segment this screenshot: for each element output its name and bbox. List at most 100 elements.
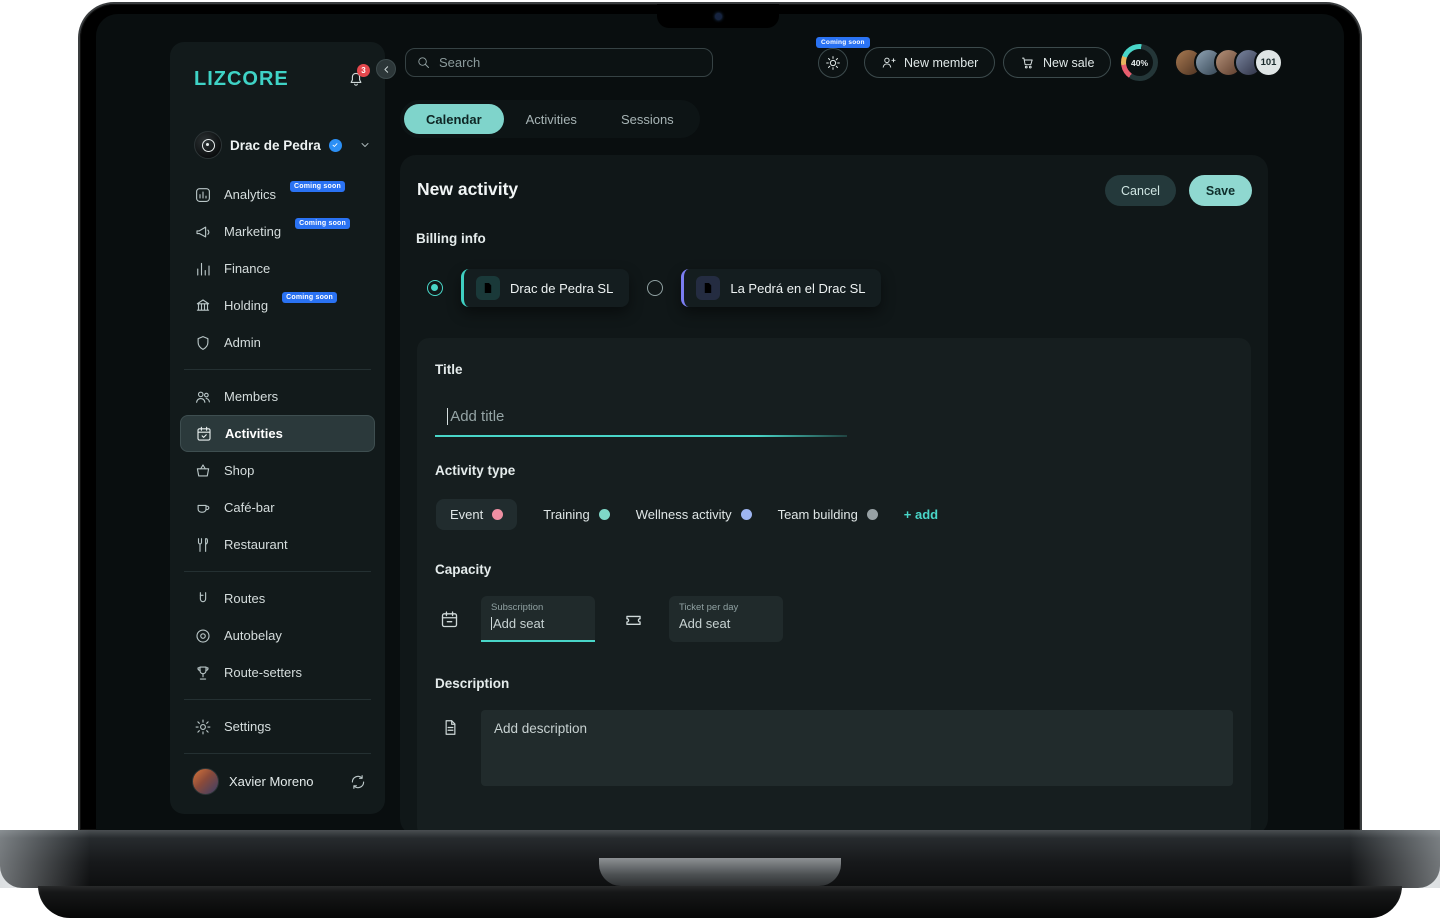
new-sale-button[interactable]: New sale xyxy=(1003,47,1111,78)
app-logo: LIZCORE xyxy=(194,68,289,91)
sidebar-item-route-setters[interactable]: Route-setters xyxy=(180,654,375,691)
tab-activities[interactable]: Activities xyxy=(504,104,599,134)
divider xyxy=(184,699,371,700)
user-avatar xyxy=(192,768,219,795)
sidebar-item-cafe-bar[interactable]: Café-bar xyxy=(180,489,375,526)
cart-icon xyxy=(1020,55,1035,70)
coming-soon-badge: Coming soon xyxy=(295,218,350,229)
bar-chart-icon xyxy=(194,260,212,278)
shield-icon xyxy=(194,334,212,352)
billing-option-primary[interactable]: Drac de Pedra SL xyxy=(461,269,629,307)
new-member-button[interactable]: New member xyxy=(864,47,995,78)
divider xyxy=(184,571,371,572)
sidebar-item-activities[interactable]: Activities xyxy=(180,415,375,452)
divider xyxy=(184,369,371,370)
tab-calendar[interactable]: Calendar xyxy=(404,104,504,134)
search-input[interactable] xyxy=(439,55,702,70)
laptop-front-edge xyxy=(38,886,1402,918)
invoice-icon xyxy=(696,276,720,300)
laptop-mockup: LIZCORE 3 Drac de Pedra Analytics Coming… xyxy=(0,0,1440,922)
invoice-icon xyxy=(476,276,500,300)
ticket-per-day-seats-input[interactable]: Ticket per day Add seat xyxy=(669,596,783,642)
sidebar-item-finance[interactable]: Finance xyxy=(180,250,375,287)
autobelay-device-icon xyxy=(194,627,212,645)
sidebar-item-routes[interactable]: Routes xyxy=(180,580,375,617)
trophy-icon xyxy=(194,664,212,682)
title-input[interactable]: Add title xyxy=(435,398,847,434)
add-activity-type-button[interactable]: + add xyxy=(904,507,938,522)
sidebar-item-settings[interactable]: Settings xyxy=(180,708,375,745)
description-input[interactable]: Add description xyxy=(481,710,1233,786)
laptop-lid-notch xyxy=(599,858,841,886)
theme-toggle-button[interactable] xyxy=(818,48,848,78)
person-plus-icon xyxy=(881,55,896,70)
sidebar-item-marketing[interactable]: Marketing Coming soon xyxy=(180,213,375,250)
activity-type-wellness[interactable]: Wellness activity xyxy=(636,507,752,522)
sidebar: LIZCORE 3 Drac de Pedra Analytics Coming… xyxy=(170,42,385,814)
camera-notch xyxy=(657,4,779,28)
checked-in-members[interactable]: 101 xyxy=(1174,48,1283,77)
gym-name: Drac de Pedra xyxy=(230,138,321,153)
sidebar-item-shop[interactable]: Shop xyxy=(180,452,375,489)
cutlery-icon xyxy=(194,536,212,554)
search-icon xyxy=(416,55,431,70)
tab-sessions[interactable]: Sessions xyxy=(599,104,696,134)
sidebar-item-analytics[interactable]: Analytics Coming soon xyxy=(180,176,375,213)
cancel-button[interactable]: Cancel xyxy=(1105,175,1176,206)
training-color-dot xyxy=(599,509,610,520)
description-label: Description xyxy=(435,676,509,691)
sidebar-item-restaurant[interactable]: Restaurant xyxy=(180,526,375,563)
notifications-button[interactable]: 3 xyxy=(347,70,365,88)
sidebar-item-members[interactable]: Members xyxy=(180,378,375,415)
search-bar[interactable] xyxy=(405,48,713,77)
sidebar-item-autobelay[interactable]: Autobelay xyxy=(180,617,375,654)
activity-type-team-building[interactable]: Team building xyxy=(778,507,878,522)
gear-icon xyxy=(194,718,212,736)
megaphone-icon xyxy=(194,223,212,241)
description-field: Add description xyxy=(438,710,1233,786)
sidebar-item-admin[interactable]: Admin xyxy=(180,324,375,361)
sidebar-collapse-button[interactable] xyxy=(376,59,396,79)
sidebar-nav: Analytics Coming soon Marketing Coming s… xyxy=(170,176,385,754)
user-name: Xavier Moreno xyxy=(229,774,314,789)
basket-icon xyxy=(194,462,212,480)
event-color-dot xyxy=(492,509,503,520)
team-building-color-dot xyxy=(867,509,878,520)
sun-icon xyxy=(825,55,841,71)
subscription-calendar-icon xyxy=(437,609,461,630)
carabiner-icon xyxy=(194,590,212,608)
activity-type-training[interactable]: Training xyxy=(543,507,609,522)
subscription-seats-input[interactable]: Subscription Add seat xyxy=(481,596,595,642)
activity-type-event[interactable]: Event xyxy=(436,499,517,530)
wellness-color-dot xyxy=(741,509,752,520)
activity-type-options: Event Training Wellness activity Team bu… xyxy=(436,496,938,532)
billing-option-secondary[interactable]: La Pedrá en el Drac SL xyxy=(681,269,881,307)
switch-account-icon[interactable] xyxy=(349,773,367,791)
view-tabs: Calendar Activities Sessions xyxy=(400,100,700,138)
current-user[interactable]: Xavier Moreno xyxy=(192,768,367,795)
save-button[interactable]: Save xyxy=(1189,175,1252,206)
billing-options: Drac de Pedra SL La Pedrá en el Drac SL xyxy=(427,269,881,307)
gym-avatar xyxy=(194,131,222,159)
analytics-icon xyxy=(194,186,212,204)
ticket-icon xyxy=(621,609,645,630)
occupancy-ring[interactable]: 40% xyxy=(1121,44,1158,81)
gym-profile-selector[interactable]: Drac de Pedra xyxy=(194,131,371,159)
title-label: Title xyxy=(435,362,463,377)
notification-count-badge: 3 xyxy=(357,64,370,77)
coming-soon-badge: Coming soon xyxy=(282,292,337,303)
text-cursor xyxy=(447,408,448,425)
page-title: New activity xyxy=(417,179,518,200)
billing-radio-secondary[interactable] xyxy=(647,280,663,296)
calendar-check-icon xyxy=(195,425,213,443)
billing-radio-primary[interactable] xyxy=(427,280,443,296)
occupancy-value: 40% xyxy=(1126,49,1153,76)
new-activity-panel: New activity Cancel Save Billing info Dr… xyxy=(400,155,1268,830)
coming-soon-badge: Coming soon xyxy=(290,181,345,192)
camera-icon xyxy=(715,13,722,20)
laptop-base xyxy=(0,830,1440,888)
sidebar-item-holding[interactable]: Holding Coming soon xyxy=(180,287,375,324)
billing-info-label: Billing info xyxy=(416,231,486,246)
title-input-underline xyxy=(435,435,847,437)
capacity-fields: Subscription Add seat Ticket per day Add… xyxy=(437,596,783,642)
